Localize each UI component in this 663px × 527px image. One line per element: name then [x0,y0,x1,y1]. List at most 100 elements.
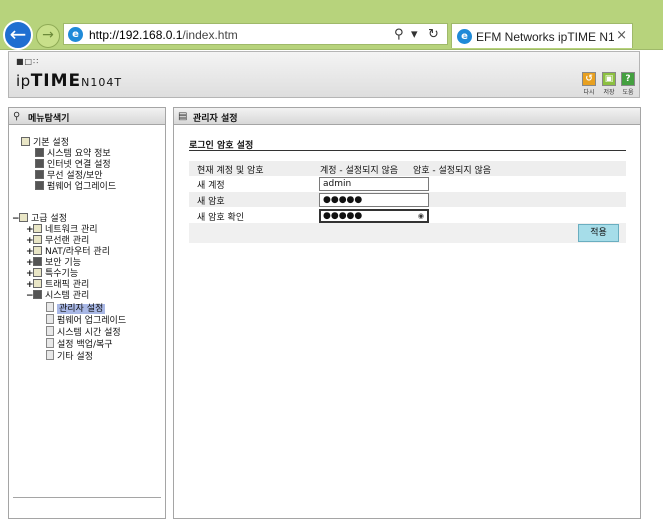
traffic-icon [33,279,42,288]
tree-label: NAT/라우터 관리 [45,247,110,257]
tree-label: 특수기능 [45,269,79,279]
search-icon[interactable]: ⚲ [394,27,404,42]
wifi-icon [35,170,44,179]
tree-label: 기타 설정 [57,352,93,362]
new-account-input[interactable]: admin [319,177,429,191]
new-password-input[interactable]: ●●●●● [319,193,429,207]
reload-button[interactable]: ↺ 다시 [580,72,598,96]
wifi-icon [33,235,42,244]
refresh-icon: ↺ [582,72,596,86]
main-panel: ▤ 관리자 설정 로그인 암호 설정 현재 계정 및 암호 계정 - 설정되지 … [173,107,641,519]
row-label: 새 계정 [197,181,225,191]
special-icon [33,268,42,277]
url-path: /index.htm [182,28,238,42]
tree-item-firmware[interactable]: 펌웨어 업그레이드 [35,181,116,193]
tree-label: 고급 설정 [31,214,67,224]
globe-icon [35,159,44,168]
save-button[interactable]: ▣ 저장 [600,72,618,96]
tree-label: 보안 기능 [45,258,81,268]
collapse-icon[interactable]: − [12,214,20,225]
password-status: 암호 - 설정되지 않음 [413,166,492,176]
tree-label: 무선랜 관리 [45,236,90,246]
current-account-row: 현재 계정 및 암호 계정 - 설정되지 않음 암호 - 설정되지 않음 [189,161,626,176]
router-icon [33,246,42,255]
ie-icon: e [457,29,472,44]
sidebar-header: ⚲ 메뉴탐색기 [9,108,165,125]
tree-label: 펌웨어 업그레이드 [57,316,127,326]
row-label: 새 암호 [197,197,225,207]
logo-main: TIME [30,71,82,91]
folder-icon [21,137,30,146]
divider [189,150,626,151]
folder-icon [19,213,28,222]
row-label: 현재 계정 및 암호 [197,166,264,176]
collapse-icon[interactable]: − [26,291,34,302]
model-name: N104T [81,76,123,89]
monitor-icon [35,148,44,157]
browser-chrome: ← → e http://192.168.0.1/index.htm ⚲ ▾ ↻… [0,0,663,50]
help-button[interactable]: ? 도움 [619,72,637,96]
tree-label: 무선 설정/보안 [47,171,103,181]
page-icon: ▤ [178,111,188,122]
forward-arrow-icon: → [42,27,54,43]
page-icon [46,338,54,348]
logo: ipTIMEN104T [16,71,122,91]
apply-button[interactable]: 적용 [578,224,619,242]
router-header: ■□∷ ipTIMEN104T ↺ 다시 ▣ 저장 ? 도움 [8,51,640,98]
reveal-password-icon[interactable]: ◉ [418,212,424,220]
tree-label-selected: 관리자 설정 [57,304,106,314]
reload-label: 다시 [583,89,595,96]
logo-mark-icon: ■□∷ [16,57,40,66]
system-icon [33,290,42,299]
tree-label: 시스템 요약 정보 [47,149,111,159]
tree-label: 시스템 시간 설정 [57,328,121,338]
tree-label: 기본 설정 [33,138,69,148]
refresh-icon[interactable]: ↻ [428,27,439,42]
divider [13,497,161,498]
save-label: 저장 [603,89,615,96]
help-icon: ? [621,72,635,86]
browser-tab[interactable]: e EFM Networks ipTIME N10... × [451,23,633,48]
confirm-password-row: 새 암호 확인 ●●●●● ◉ [189,208,626,223]
page-icon [46,302,54,312]
search-icon: ⚲ [13,111,21,122]
new-account-row: 새 계정 admin [189,176,626,191]
firmware-icon [35,181,44,190]
close-icon[interactable]: × [616,28,627,43]
tree-label: 트래픽 관리 [45,280,90,290]
network-icon [33,224,42,233]
confirm-password-input[interactable]: ●●●●● ◉ [319,209,429,223]
save-icon: ▣ [602,72,616,86]
chevron-down-icon[interactable]: ▾ [411,27,418,42]
forward-button[interactable]: → [36,24,60,48]
sidebar-title: 메뉴탐색기 [28,114,70,124]
confirm-password-value: ●●●●● [323,211,363,221]
page-icon [46,326,54,336]
lock-icon [33,257,42,266]
back-button[interactable]: ← [3,20,33,50]
tab-title: EFM Networks ipTIME N10... [476,30,614,44]
help-label: 도움 [622,89,634,96]
url-text[interactable]: http://192.168.0.1/index.htm [89,28,238,42]
menu-explorer: ⚲ 메뉴탐색기 기본 설정 시스템 요약 정보 인터넷 연결 설정 무선 설정/… [8,107,166,519]
new-password-row: 새 암호 ●●●●● [189,192,626,207]
page-icon [46,314,54,324]
tree-label: 설정 백업/복구 [57,340,113,350]
back-arrow-icon: ← [9,22,27,46]
row-label: 새 암호 확인 [197,213,245,223]
address-bar[interactable]: e http://192.168.0.1/index.htm ⚲ ▾ ↻ [63,23,448,45]
tree-item-etc[interactable]: 기타 설정 [46,350,93,363]
main-header: ▤ 관리자 설정 [174,108,640,125]
page-title: 관리자 설정 [193,114,238,124]
tree-label: 펌웨어 업그레이드 [47,182,117,192]
url-host: http://192.168.0.1 [89,28,183,42]
tree-label: 시스템 관리 [45,291,90,301]
logo-prefix: ip [16,72,31,90]
tree-label: 네트워크 관리 [45,225,98,235]
account-status: 계정 - 설정되지 않음 [320,166,399,176]
page-icon [46,350,54,360]
tree-item-system[interactable]: − 시스템 관리 [26,290,89,302]
tree-label: 인터넷 연결 설정 [47,160,111,170]
action-bar: 적용 [189,223,626,243]
ie-icon: e [68,27,83,42]
